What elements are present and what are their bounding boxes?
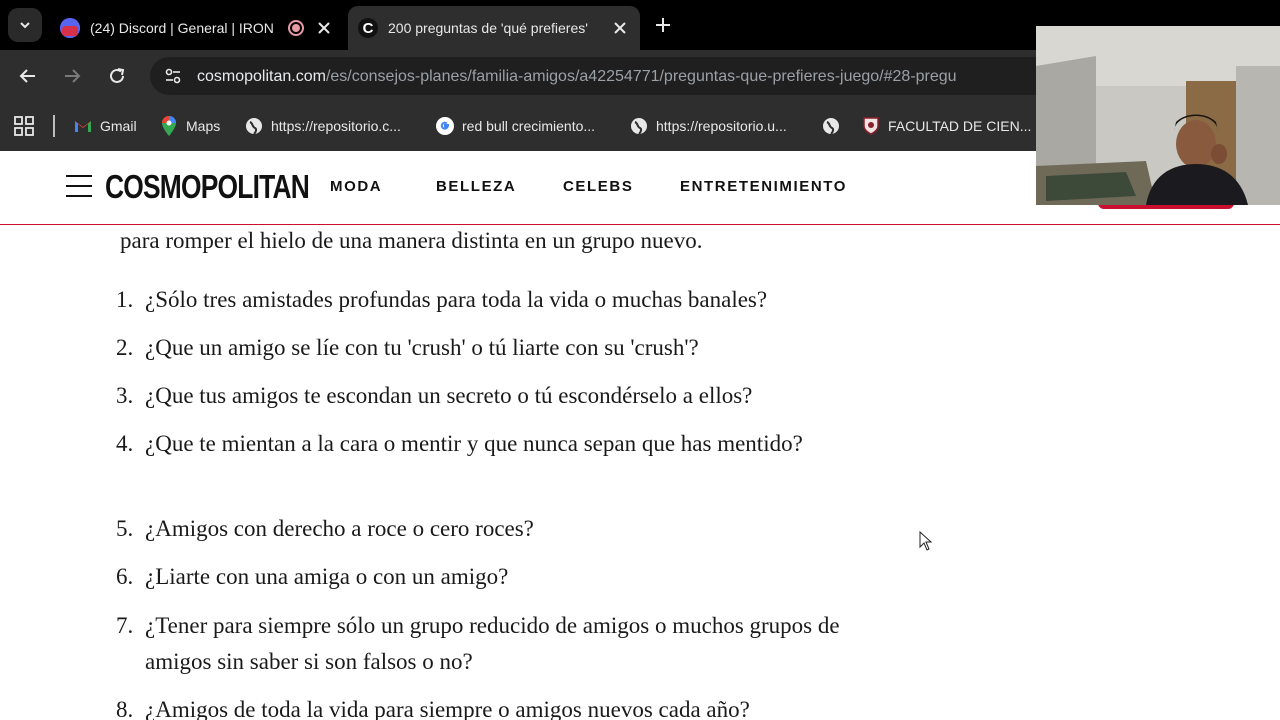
mouse-cursor-icon: [919, 531, 933, 551]
nav-moda[interactable]: MODA: [330, 178, 382, 195]
question-number: 3.: [116, 383, 134, 408]
bookmark-facultad[interactable]: FACULTAD DE CIEN...: [862, 115, 1031, 137]
intro-paragraph: para romper el hielo de una manera disti…: [120, 228, 703, 253]
question-number: 5.: [116, 516, 134, 541]
url-text: cosmopolitan.com/es/consejos-planes/fami…: [197, 68, 957, 86]
bookmark-label: Gmail: [100, 118, 137, 134]
question-number: 4.: [116, 431, 134, 456]
bookmark-label: https://repositorio.u...: [656, 118, 787, 134]
bookmark-label: https://repositorio.c...: [271, 118, 401, 134]
bookmark-red-bull[interactable]: red bull crecimiento...: [436, 115, 595, 137]
bookmark-label: Maps: [186, 118, 221, 134]
question-text: ¿Sólo tres amistades profundas para toda…: [145, 287, 768, 312]
globe-icon: [822, 117, 840, 135]
bookmark-repositorio-u[interactable]: https://repositorio.u...: [630, 115, 787, 137]
new-tab-button[interactable]: [648, 10, 678, 40]
bookmark-globe[interactable]: [822, 115, 848, 137]
gmail-icon: [74, 117, 92, 135]
nav-entretenimiento[interactable]: ENTRETENIMIENTO: [680, 178, 847, 195]
maps-pin-icon: [160, 116, 178, 136]
url-host: cosmopolitan.com: [197, 68, 326, 85]
question-number: 8.: [116, 697, 134, 720]
globe-icon: [630, 117, 648, 135]
site-logo[interactable]: COSMOPOLITAN: [105, 168, 310, 206]
bookmark-gmail[interactable]: Gmail: [74, 115, 137, 137]
forward-button[interactable]: [58, 62, 86, 90]
university-crest-icon: [862, 117, 880, 135]
bookmark-label: FACULTAD DE CIEN...: [888, 118, 1032, 134]
close-tab-icon[interactable]: [610, 18, 630, 38]
question-number: 1.: [116, 287, 134, 312]
cosmopolitan-favicon-icon: C: [358, 18, 378, 38]
google-icon: [436, 117, 454, 135]
reload-icon: [110, 68, 125, 83]
tab-title: (24) Discord | General | IRON: [90, 20, 274, 36]
close-tab-icon[interactable]: [314, 18, 334, 38]
tab-search-button[interactable]: [8, 8, 42, 42]
bookmark-maps[interactable]: Maps: [160, 115, 220, 137]
question-text: ¿Amigos con derecho a roce o cero roces?: [145, 516, 534, 541]
tab-cosmopolitan[interactable]: C 200 preguntas de 'qué prefieres': [348, 6, 640, 50]
tab-title: 200 preguntas de 'qué prefieres': [388, 20, 588, 36]
question-text: ¿Tener para siempre sólo un grupo reduci…: [145, 613, 840, 674]
apps-grid-icon[interactable]: [14, 116, 34, 141]
globe-icon: [245, 117, 263, 135]
question-text: ¿Amigos de toda la vida para siempre o a…: [145, 697, 750, 720]
question-text: ¿Que te mientan a la cara o mentir y que…: [145, 431, 803, 456]
question-number: 7.: [116, 613, 134, 638]
chevron-down-icon: [20, 22, 30, 29]
reload-button[interactable]: [103, 62, 131, 90]
nav-celebs[interactable]: CELEBS: [563, 178, 633, 195]
question-text: ¿Que un amigo se líe con tu 'crush' o tú…: [145, 335, 699, 360]
bookmarks-separator: [53, 115, 55, 137]
discord-icon: [60, 18, 80, 38]
bookmark-repositorio-c[interactable]: https://repositorio.c...: [245, 115, 401, 137]
site-settings-icon[interactable]: [160, 63, 186, 89]
url-path: /es/consejos-planes/familia-amigos/a4225…: [325, 68, 957, 85]
question-number: 6.: [116, 564, 134, 589]
back-button[interactable]: [14, 62, 42, 90]
bookmark-label: red bull crecimiento...: [462, 118, 596, 134]
arrow-right-icon: [65, 69, 81, 83]
webcam-video: [1036, 26, 1280, 205]
question-text: ¿Que tus amigos te escondan un secreto o…: [145, 383, 753, 408]
recording-icon: [288, 20, 304, 36]
tab-discord[interactable]: (24) Discord | General | IRON: [50, 6, 344, 50]
plus-icon: [656, 18, 670, 32]
question-text: ¿Liarte con una amiga o con un amigo?: [145, 564, 509, 589]
webcam-overlay: [1036, 26, 1280, 205]
arrow-left-icon: [19, 69, 35, 83]
article-body: para romper el hielo de una manera disti…: [0, 226, 1280, 720]
menu-icon[interactable]: [66, 175, 92, 197]
nav-belleza[interactable]: BELLEZA: [436, 178, 516, 195]
question-number: 2.: [116, 335, 134, 360]
